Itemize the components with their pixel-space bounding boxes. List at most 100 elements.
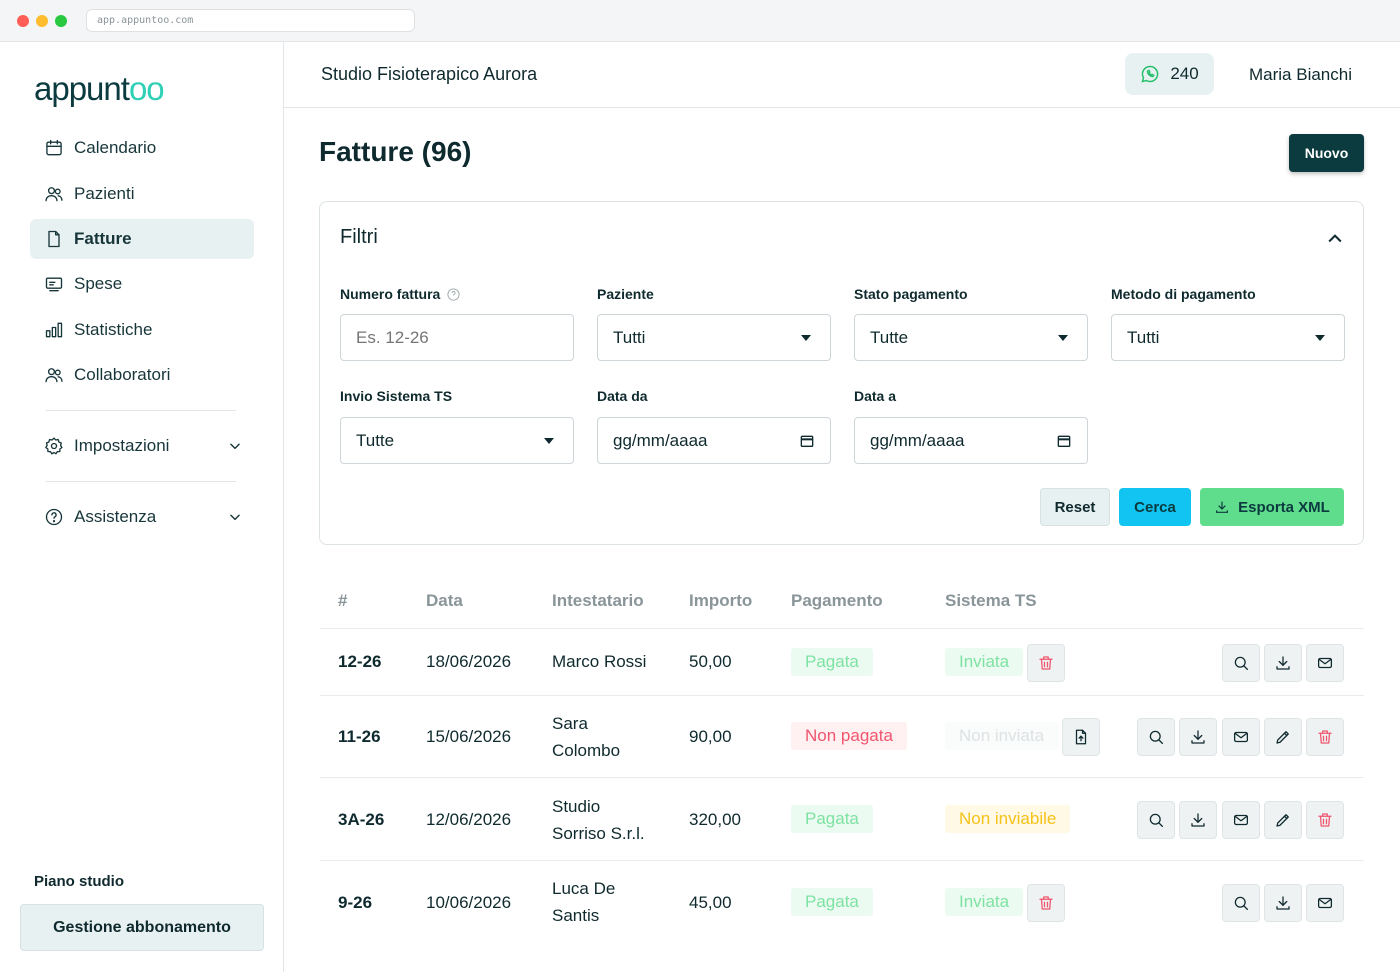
- download-invoice-button[interactable]: [1179, 718, 1217, 756]
- payment-method-select[interactable]: Tutti: [1111, 314, 1345, 361]
- calendar-icon[interactable]: [799, 433, 815, 449]
- table-row: 11-26 15/06/2026 Sara Colombo 90,00 Non …: [320, 696, 1364, 778]
- invoice-number-label: Numero fattura: [340, 286, 461, 302]
- caret-down-icon: [1058, 334, 1068, 341]
- email-invoice-button[interactable]: [1222, 801, 1260, 839]
- ts-status-badge: Non inviabile: [945, 805, 1071, 833]
- view-invoice-button[interactable]: [1222, 884, 1260, 922]
- export-xml-button[interactable]: Esporta XML: [1200, 488, 1344, 526]
- sidebar-item-collaboratori[interactable]: Collaboratori: [30, 355, 254, 395]
- download-invoice-button[interactable]: [1264, 644, 1302, 682]
- page-title: Fatture (96): [319, 136, 472, 167]
- user-menu[interactable]: Maria Bianchi: [1249, 65, 1352, 85]
- payment-status-badge: Pagata: [791, 888, 873, 916]
- address-bar[interactable]: app.appuntoo.com: [86, 9, 415, 32]
- browser-chrome: app.appuntoo.com: [0, 0, 1400, 42]
- mail-icon: [1233, 731, 1249, 743]
- invoice-holder-line: Colombo: [552, 741, 621, 760]
- date-to-input[interactable]: gg/mm/aaaa: [854, 417, 1088, 464]
- email-invoice-button[interactable]: [1306, 884, 1344, 922]
- payment-status-badge: Non pagata: [791, 722, 907, 750]
- invoice-number-label-text: Numero fattura: [340, 286, 441, 302]
- email-invoice-button[interactable]: [1306, 644, 1344, 682]
- date-from-label: Data da: [597, 388, 648, 404]
- invoice-holder-line: Sara: [552, 714, 588, 733]
- sidebar-item-calendario[interactable]: Calendario: [30, 128, 254, 168]
- delete-invoice-button[interactable]: [1306, 801, 1344, 839]
- whatsapp-count: 240: [1170, 64, 1199, 83]
- view-invoice-button[interactable]: [1222, 644, 1260, 682]
- invoice-date: 10/06/2026: [426, 893, 512, 912]
- sidebar-item-assistenza[interactable]: Assistenza: [30, 497, 254, 537]
- column-header-ts: Sistema TS: [945, 591, 1037, 610]
- patient-label: Paziente: [597, 286, 654, 302]
- invoice-number[interactable]: 3A-26: [338, 806, 384, 833]
- email-invoice-button[interactable]: [1222, 718, 1260, 756]
- view-invoice-button[interactable]: [1137, 801, 1175, 839]
- sidebar-item-impostazioni[interactable]: Impostazioni: [30, 426, 254, 466]
- manage-subscription-button[interactable]: Gestione abbonamento: [20, 904, 264, 951]
- logo-accent: oo: [128, 70, 165, 107]
- logo[interactable]: appuntoo: [34, 70, 165, 108]
- table-row: 3A-26 12/06/2026 Studio Sorriso S.r.l. 3…: [320, 778, 1364, 861]
- trash-icon: [1039, 896, 1053, 910]
- column-header-payment: Pagamento: [791, 591, 883, 610]
- mail-icon: [1317, 897, 1333, 909]
- ts-status-badge: Inviata: [945, 648, 1024, 676]
- invoice-amount: 320,00: [689, 810, 741, 829]
- studio-name: Studio Fisioterapico Aurora: [321, 64, 538, 84]
- calendar-icon[interactable]: [1056, 433, 1072, 449]
- reset-button[interactable]: Reset: [1040, 488, 1110, 526]
- help-circle-icon[interactable]: [446, 287, 461, 302]
- edit-invoice-button[interactable]: [1264, 801, 1302, 839]
- export-xml-label: Esporta XML: [1238, 498, 1330, 516]
- payment-status-label: Stato pagamento: [854, 286, 968, 302]
- search-button[interactable]: Cerca: [1119, 488, 1191, 526]
- send-ts-button[interactable]: [1062, 718, 1100, 756]
- delete-ts-button[interactable]: [1027, 884, 1065, 922]
- invoice-number[interactable]: 11-26: [338, 723, 381, 750]
- download-icon: [1216, 501, 1229, 513]
- chevron-up-icon[interactable]: [1325, 229, 1345, 249]
- download-invoice-button[interactable]: [1179, 801, 1217, 839]
- download-icon: [1276, 656, 1290, 670]
- bar-chart-icon: [45, 322, 63, 338]
- view-invoice-button[interactable]: [1137, 718, 1175, 756]
- help-circle-icon: [45, 508, 63, 526]
- sidebar-item-label: Pazienti: [74, 184, 135, 203]
- download-invoice-button[interactable]: [1264, 884, 1302, 922]
- ts-status-badge: Inviata: [945, 888, 1024, 916]
- new-invoice-button[interactable]: Nuovo: [1289, 134, 1364, 172]
- filters-panel: Filtri Numero fattura Paziente Tutti Sta…: [319, 201, 1364, 545]
- invoice-holder: Sara Colombo: [552, 710, 620, 764]
- ts-send-select[interactable]: Tutte: [340, 417, 574, 464]
- invoice-date: 18/06/2026: [426, 652, 512, 671]
- sidebar-item-statistiche[interactable]: Statistiche: [30, 310, 254, 350]
- invoice-date: 15/06/2026: [426, 727, 512, 746]
- payment-status-badge: Pagata: [791, 648, 873, 676]
- download-icon: [1276, 896, 1290, 910]
- invoice-number[interactable]: 9-26: [338, 889, 372, 916]
- invoice-number-input[interactable]: [340, 314, 574, 361]
- ts-send-label: Invio Sistema TS: [340, 388, 453, 404]
- column-header-holder: Intestatario: [552, 591, 644, 610]
- edit-invoice-button[interactable]: [1264, 718, 1302, 756]
- window-close-dot[interactable]: [17, 15, 29, 27]
- sidebar-item-pazienti[interactable]: Pazienti: [30, 174, 254, 214]
- invoice-number[interactable]: 12-26: [338, 648, 381, 675]
- sidebar-item-label: Impostazioni: [74, 436, 170, 455]
- payment-status-select[interactable]: Tutte: [854, 314, 1088, 361]
- delete-ts-button[interactable]: [1027, 644, 1065, 682]
- sidebar-item-spese[interactable]: Spese: [30, 264, 254, 304]
- filters-title: Filtri: [340, 226, 378, 248]
- file-upload-icon: [1075, 729, 1087, 745]
- invoice-holder-line: Studio: [552, 797, 601, 816]
- patient-select[interactable]: Tutti: [597, 314, 831, 361]
- delete-invoice-button[interactable]: [1306, 718, 1344, 756]
- search-icon: [1149, 730, 1164, 745]
- sidebar-item-fatture[interactable]: Fatture: [30, 219, 254, 259]
- whatsapp-credits-button[interactable]: 240: [1125, 53, 1214, 95]
- window-minimize-dot[interactable]: [36, 15, 48, 27]
- date-from-input[interactable]: gg/mm/aaaa: [597, 417, 831, 464]
- window-maximize-dot[interactable]: [55, 15, 67, 27]
